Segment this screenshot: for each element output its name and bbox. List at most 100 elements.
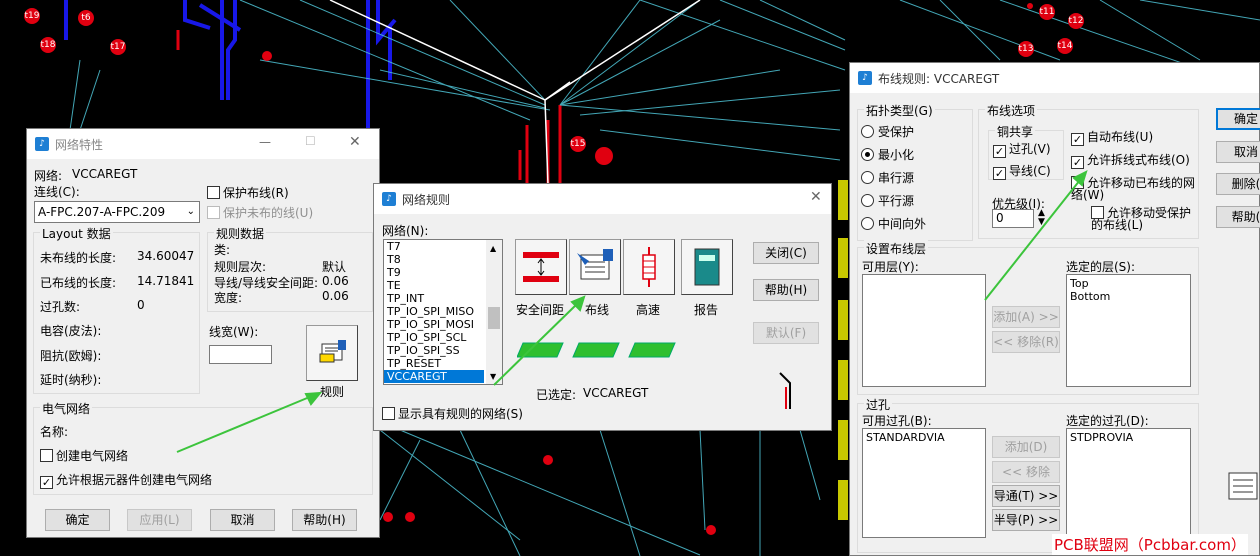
- line-width-input[interactable]: [209, 345, 272, 364]
- unrouted-length-value: 34.60047: [137, 249, 195, 263]
- protect-route-checkbox[interactable]: 保护布线(R): [207, 184, 289, 201]
- clearance-icon: [523, 252, 559, 282]
- list-item[interactable]: TP_RESET: [384, 357, 502, 370]
- close-icon[interactable]: ✕: [349, 134, 361, 150]
- scrollbar[interactable]: ▲ ▼: [486, 240, 502, 384]
- allow-create-elec-label: 允许根据元器件创建电气网络: [56, 473, 213, 487]
- allow-move-protected-checkbox[interactable]: 允许移动受保护的布线(L): [1091, 206, 1195, 231]
- show-with-rules-label: 显示具有规则的网络(S): [398, 407, 523, 421]
- priority-spinner-icon[interactable]: ▲ ▼: [1038, 209, 1045, 227]
- cancel-button[interactable]: 取消: [1216, 141, 1260, 163]
- available-layers-list[interactable]: [862, 274, 986, 387]
- list-item[interactable]: TP_INT: [384, 292, 502, 305]
- width-value: 0.06: [322, 289, 349, 303]
- dialog-title: 布线规则: VCCAREGT: [878, 71, 1000, 86]
- line-width-label: 线宽(W):: [209, 325, 259, 339]
- allow-move-routed-checkbox[interactable]: 允许移动已布线的网络(W): [1071, 176, 1195, 201]
- clearance-value: 0.06: [322, 274, 349, 288]
- default-button[interactable]: 默认(F): [753, 322, 819, 344]
- checkbox-box: [207, 206, 220, 219]
- radio-dot: [861, 194, 874, 207]
- priority-input[interactable]: 0: [992, 209, 1034, 228]
- help-button[interactable]: 帮助(: [1216, 206, 1260, 228]
- maximize-icon[interactable]: ☐: [305, 134, 316, 148]
- connect-select[interactable]: A-FPC.207-A-FPC.209 ⌄: [34, 201, 200, 223]
- pad-marker: t13: [1018, 41, 1034, 57]
- selected-vias-list[interactable]: STDPROVIA: [1066, 428, 1191, 538]
- list-item[interactable]: Bottom: [1067, 290, 1190, 303]
- remove-via-button[interactable]: << 移除(M): [992, 461, 1060, 499]
- checkbox-box: [382, 407, 395, 420]
- add-layer-button[interactable]: 添加(A) >>: [992, 306, 1060, 328]
- high-speed-button[interactable]: [623, 239, 675, 295]
- protect-unrouted-checkbox[interactable]: 保护未布的线(U): [207, 204, 313, 221]
- list-item[interactable]: TP_IO_SPI_MOSI: [384, 318, 502, 331]
- rules-icon: [319, 340, 346, 363]
- delete-button[interactable]: 删除(: [1216, 173, 1260, 195]
- pad-marker: t6: [78, 10, 94, 26]
- pad-marker: t15: [570, 136, 586, 152]
- list-item[interactable]: T9: [384, 266, 502, 279]
- pcb-board-icons: [517, 342, 676, 358]
- radio-dot: [861, 125, 874, 138]
- help-button[interactable]: 帮助(H): [753, 279, 819, 301]
- close-icon[interactable]: ✕: [810, 189, 822, 205]
- allow-create-elec-checkbox[interactable]: ✓ 允许根据元器件创建电气网络: [40, 471, 212, 489]
- share-trace-checkbox[interactable]: ✓ 导线(C): [993, 162, 1051, 180]
- allow-rip-checkbox[interactable]: ✓ 允许拆线式布线(O): [1071, 151, 1190, 169]
- list-item[interactable]: T8: [384, 253, 502, 266]
- clearance-button[interactable]: [515, 239, 567, 295]
- selected-vias-label: 选定的过孔(D):: [1066, 414, 1149, 428]
- show-with-rules-checkbox[interactable]: 显示具有规则的网络(S): [382, 405, 523, 422]
- create-elec-net-checkbox[interactable]: 创建电气网络: [40, 447, 128, 464]
- add-via-button[interactable]: 添加(D) >>: [992, 436, 1060, 474]
- topology-minimize-radio[interactable]: 最小化: [861, 146, 914, 163]
- remove-layer-button[interactable]: << 移除(R): [992, 331, 1060, 353]
- net-rules-dialog: ♪ 网络规则 ✕ 网络(N): T7 T8 T9 TE TP_INT TP_IO…: [373, 183, 832, 431]
- topology-serial-radio[interactable]: 串行源: [861, 169, 914, 186]
- group-label: 布线选项: [985, 102, 1038, 119]
- topology-midout-radio[interactable]: 中间向外: [861, 215, 926, 232]
- help-button[interactable]: 帮助(H): [292, 509, 357, 531]
- radio-dot: [861, 217, 874, 230]
- close-button[interactable]: 关闭(C): [753, 242, 819, 264]
- title-bar: ♪ 布线规则: VCCAREGT: [850, 63, 1259, 93]
- ok-button[interactable]: 确定: [1216, 108, 1260, 130]
- topology-protected-radio[interactable]: 受保护: [861, 123, 914, 140]
- net-value: VCCAREGT: [72, 167, 138, 181]
- routing-rules-dialog: ♪ 布线规则: VCCAREGT 拓扑类型(G) 受保护 最小化 串行源 平行源…: [849, 62, 1260, 556]
- available-vias-list[interactable]: STANDARDVIA: [862, 428, 986, 538]
- list-item[interactable]: TP_IO_SPI_SCL: [384, 331, 502, 344]
- routing-button[interactable]: [569, 239, 621, 295]
- share-via-checkbox[interactable]: ✓ 过孔(V): [993, 140, 1051, 158]
- report-button[interactable]: [681, 239, 733, 295]
- net-list[interactable]: T7 T8 T9 TE TP_INT TP_IO_SPI_MISO TP_IO_…: [383, 239, 503, 385]
- trace-icon: [779, 372, 791, 409]
- list-item[interactable]: T7: [384, 240, 502, 253]
- list-item-selected[interactable]: VCCAREGT: [384, 370, 484, 383]
- protect-route-label: 保护布线(R): [223, 186, 289, 200]
- scroll-up-icon[interactable]: ▲: [490, 242, 496, 255]
- list-item[interactable]: TE: [384, 279, 502, 292]
- rules-button[interactable]: [306, 325, 358, 381]
- apply-button[interactable]: 应用(L): [127, 509, 192, 531]
- lead-via-button[interactable]: 导通(T) >>: [992, 485, 1060, 507]
- pad-marker: t11: [1039, 4, 1055, 20]
- scroll-thumb[interactable]: [488, 307, 500, 329]
- list-item[interactable]: TP_IO_SPI_SS: [384, 344, 502, 357]
- list-item[interactable]: STANDARDVIA: [863, 431, 985, 444]
- list-item[interactable]: TP_IO_SPI_MISO: [384, 305, 502, 318]
- half-via-button[interactable]: 半导(P) >>: [992, 509, 1060, 531]
- capacitance-label: 电容(皮法):: [40, 324, 102, 338]
- scroll-down-icon[interactable]: ▼: [490, 370, 496, 383]
- selected-layers-list[interactable]: Top Bottom: [1066, 274, 1191, 387]
- routing-icon: [577, 249, 613, 280]
- auto-route-checkbox[interactable]: ✓ 自动布线(U): [1071, 128, 1153, 146]
- minimize-icon[interactable]: —: [259, 135, 271, 149]
- topology-parallel-radio[interactable]: 平行源: [861, 192, 914, 209]
- list-item[interactable]: STDPROVIA: [1067, 431, 1190, 444]
- cancel-button[interactable]: 取消: [210, 509, 275, 531]
- rule-level-label: 规则层次:: [214, 260, 267, 274]
- list-item[interactable]: Top: [1067, 277, 1190, 290]
- ok-button[interactable]: 确定: [45, 509, 110, 531]
